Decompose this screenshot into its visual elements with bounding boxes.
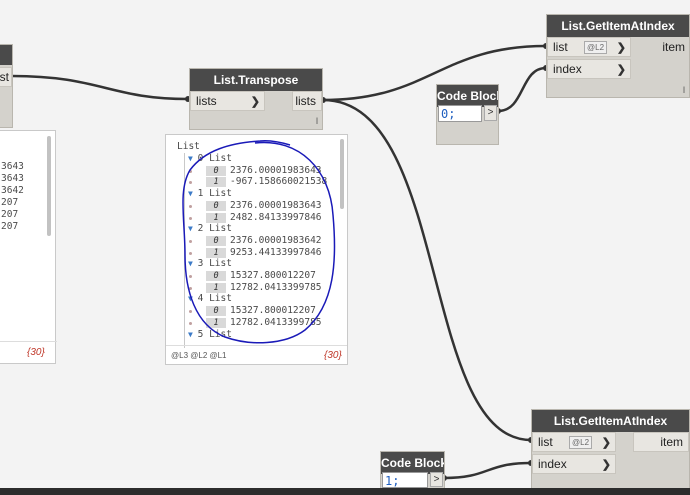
getitem-bottom-node[interactable]: List.GetItemAtIndex list @L2 ❯ index ❯ i… [531,409,690,489]
chevron-right-icon: ❯ [601,459,611,471]
node-title: Code Block [381,452,444,474]
getitem-bottom-output-port[interactable]: item [633,432,689,452]
port-label: list [538,435,553,449]
bottom-status-bar [0,488,690,495]
getitem-bottom-list-port[interactable]: list @L2 ❯ [532,432,616,452]
getitem-top-output-port[interactable]: item [649,37,689,57]
port-label: list [553,40,568,54]
getitem-bottom-index-port[interactable]: index ❯ [532,454,616,474]
port-label: index [538,457,567,471]
chevron-right-icon: ❯ [616,64,626,76]
code-block-output-port[interactable]: > [484,105,497,121]
code-block-bottom-node[interactable]: Code Block 1; > [380,451,445,491]
code-input[interactable]: 0; [438,105,482,122]
node-title: List.GetItemAtIndex [547,15,689,37]
code-block-top-node[interactable]: Code Block 0; > [436,84,499,145]
code-input[interactable]: 1; [382,472,428,488]
port-label: item [660,435,683,449]
list-level-badge[interactable]: @L2 [584,41,608,54]
chevron-right-icon: ❯ [601,437,611,449]
code-block-output-port[interactable]: > [430,472,443,487]
node-title: List.GetItemAtIndex [532,410,689,432]
list-level-badge[interactable]: @L2 [569,436,593,449]
getitem-top-index-port[interactable]: index ❯ [547,59,631,79]
getitem-top-list-port[interactable]: list @L2 ❯ [547,37,631,57]
port-label: index [553,62,582,76]
getitem-top-node[interactable]: List.GetItemAtIndex list @L2 ❯ index ❯ i… [546,14,690,98]
port-label: item [662,40,685,54]
graph-canvas[interactable]: st 3643 3643 3642 207 207 207 {30} List.… [0,0,690,495]
chevron-right-icon: ❯ [616,42,626,54]
lacing-marker[interactable]: l [683,85,685,95]
node-title: Code Block [437,85,498,107]
